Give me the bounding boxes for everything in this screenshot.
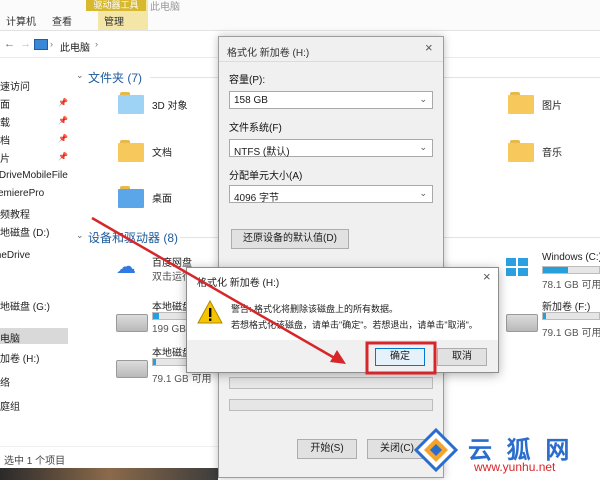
watermark-url: www.yunhu.net	[474, 460, 556, 474]
annotation-overlay	[91, 216, 437, 375]
yunhu-logo-icon	[414, 428, 458, 472]
annotation-arrow-line	[91, 216, 339, 362]
watermark: 云 狐 网 www.yunhu.net	[410, 426, 600, 480]
annotation-highlight-box	[365, 341, 437, 375]
